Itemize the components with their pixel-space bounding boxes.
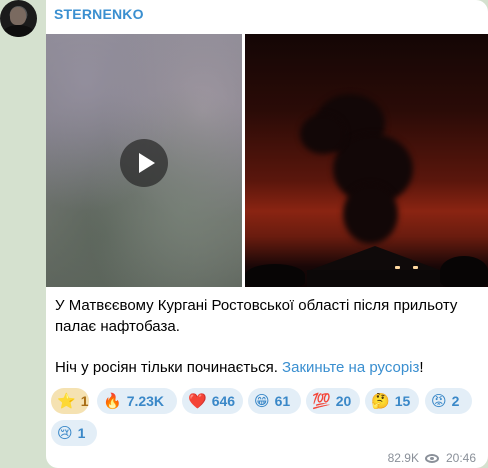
reaction-angry[interactable]: 😡 2 <box>425 388 472 414</box>
window-light <box>395 266 400 269</box>
play-icon[interactable] <box>120 139 168 187</box>
smoke-plume <box>343 184 398 244</box>
reaction-count: 1 <box>77 425 86 441</box>
message-bubble: STERNENKO У Матвєєвому Кургані Ростовськ… <box>46 0 488 468</box>
hundred-icon: 💯 <box>312 392 331 410</box>
tree-silhouette <box>245 264 305 287</box>
smoke-plume <box>300 114 345 154</box>
text-span: ! <box>419 359 424 376</box>
crying-icon: 😢 <box>57 424 73 442</box>
reaction-count: 15 <box>394 393 411 409</box>
reaction-star[interactable]: ⭐ 1 <box>51 388 89 414</box>
text-span: Ніч у росіян тільки починається. <box>55 359 278 376</box>
heart-icon: ❤️ <box>188 392 207 410</box>
photo-fire[interactable] <box>245 34 488 287</box>
house-silhouette <box>307 270 443 287</box>
reaction-hundred[interactable]: 💯 20 <box>306 388 360 414</box>
house-roof <box>305 246 445 272</box>
avatar-shoulders <box>3 25 34 37</box>
view-count: 82.9K <box>387 451 419 465</box>
avatar-face <box>10 7 26 25</box>
reaction-count: 1 <box>80 393 89 409</box>
video-thumbnail[interactable] <box>46 34 242 287</box>
reaction-fire[interactable]: 🔥 7.23K <box>97 388 177 414</box>
reaction-count: 2 <box>451 393 460 409</box>
reaction-count: 20 <box>335 393 352 409</box>
grin-icon: 😁 <box>254 392 270 410</box>
tree-silhouette <box>440 256 488 287</box>
window-light <box>413 266 418 269</box>
reaction-heart[interactable]: ❤️ 646 <box>182 388 243 414</box>
channel-name[interactable]: STERNENKO <box>54 6 144 22</box>
channel-avatar[interactable] <box>0 0 37 37</box>
star-icon: ⭐ <box>57 392 76 410</box>
thinking-icon: 🤔 <box>371 392 390 410</box>
text-line: палає нафтобаза. <box>55 317 180 335</box>
text-line: Ніч у росіян тільки починається. Закиньт… <box>55 358 475 379</box>
post-text: У Матвєєвому Кургані Ростовської області… <box>55 296 475 379</box>
angry-icon: 😡 <box>431 392 447 410</box>
eye-icon <box>424 453 439 463</box>
reaction-count: 7.23K <box>126 393 165 409</box>
fire-icon: 🔥 <box>103 392 122 410</box>
text-line: У Матвєєвому Кургані Ростовської області… <box>55 297 458 314</box>
message-time: 20:46 <box>445 451 476 465</box>
reaction-grin[interactable]: 😁 61 <box>248 388 301 414</box>
reaction-thinking[interactable]: 🤔 15 <box>365 388 419 414</box>
post-link[interactable]: Закиньте на русоріз <box>282 359 419 376</box>
reaction-crying[interactable]: 😢 1 <box>51 420 97 446</box>
message-meta: 82.9K 20:46 <box>388 451 476 465</box>
reaction-count: 61 <box>274 393 291 409</box>
reaction-count: 646 <box>211 393 236 409</box>
